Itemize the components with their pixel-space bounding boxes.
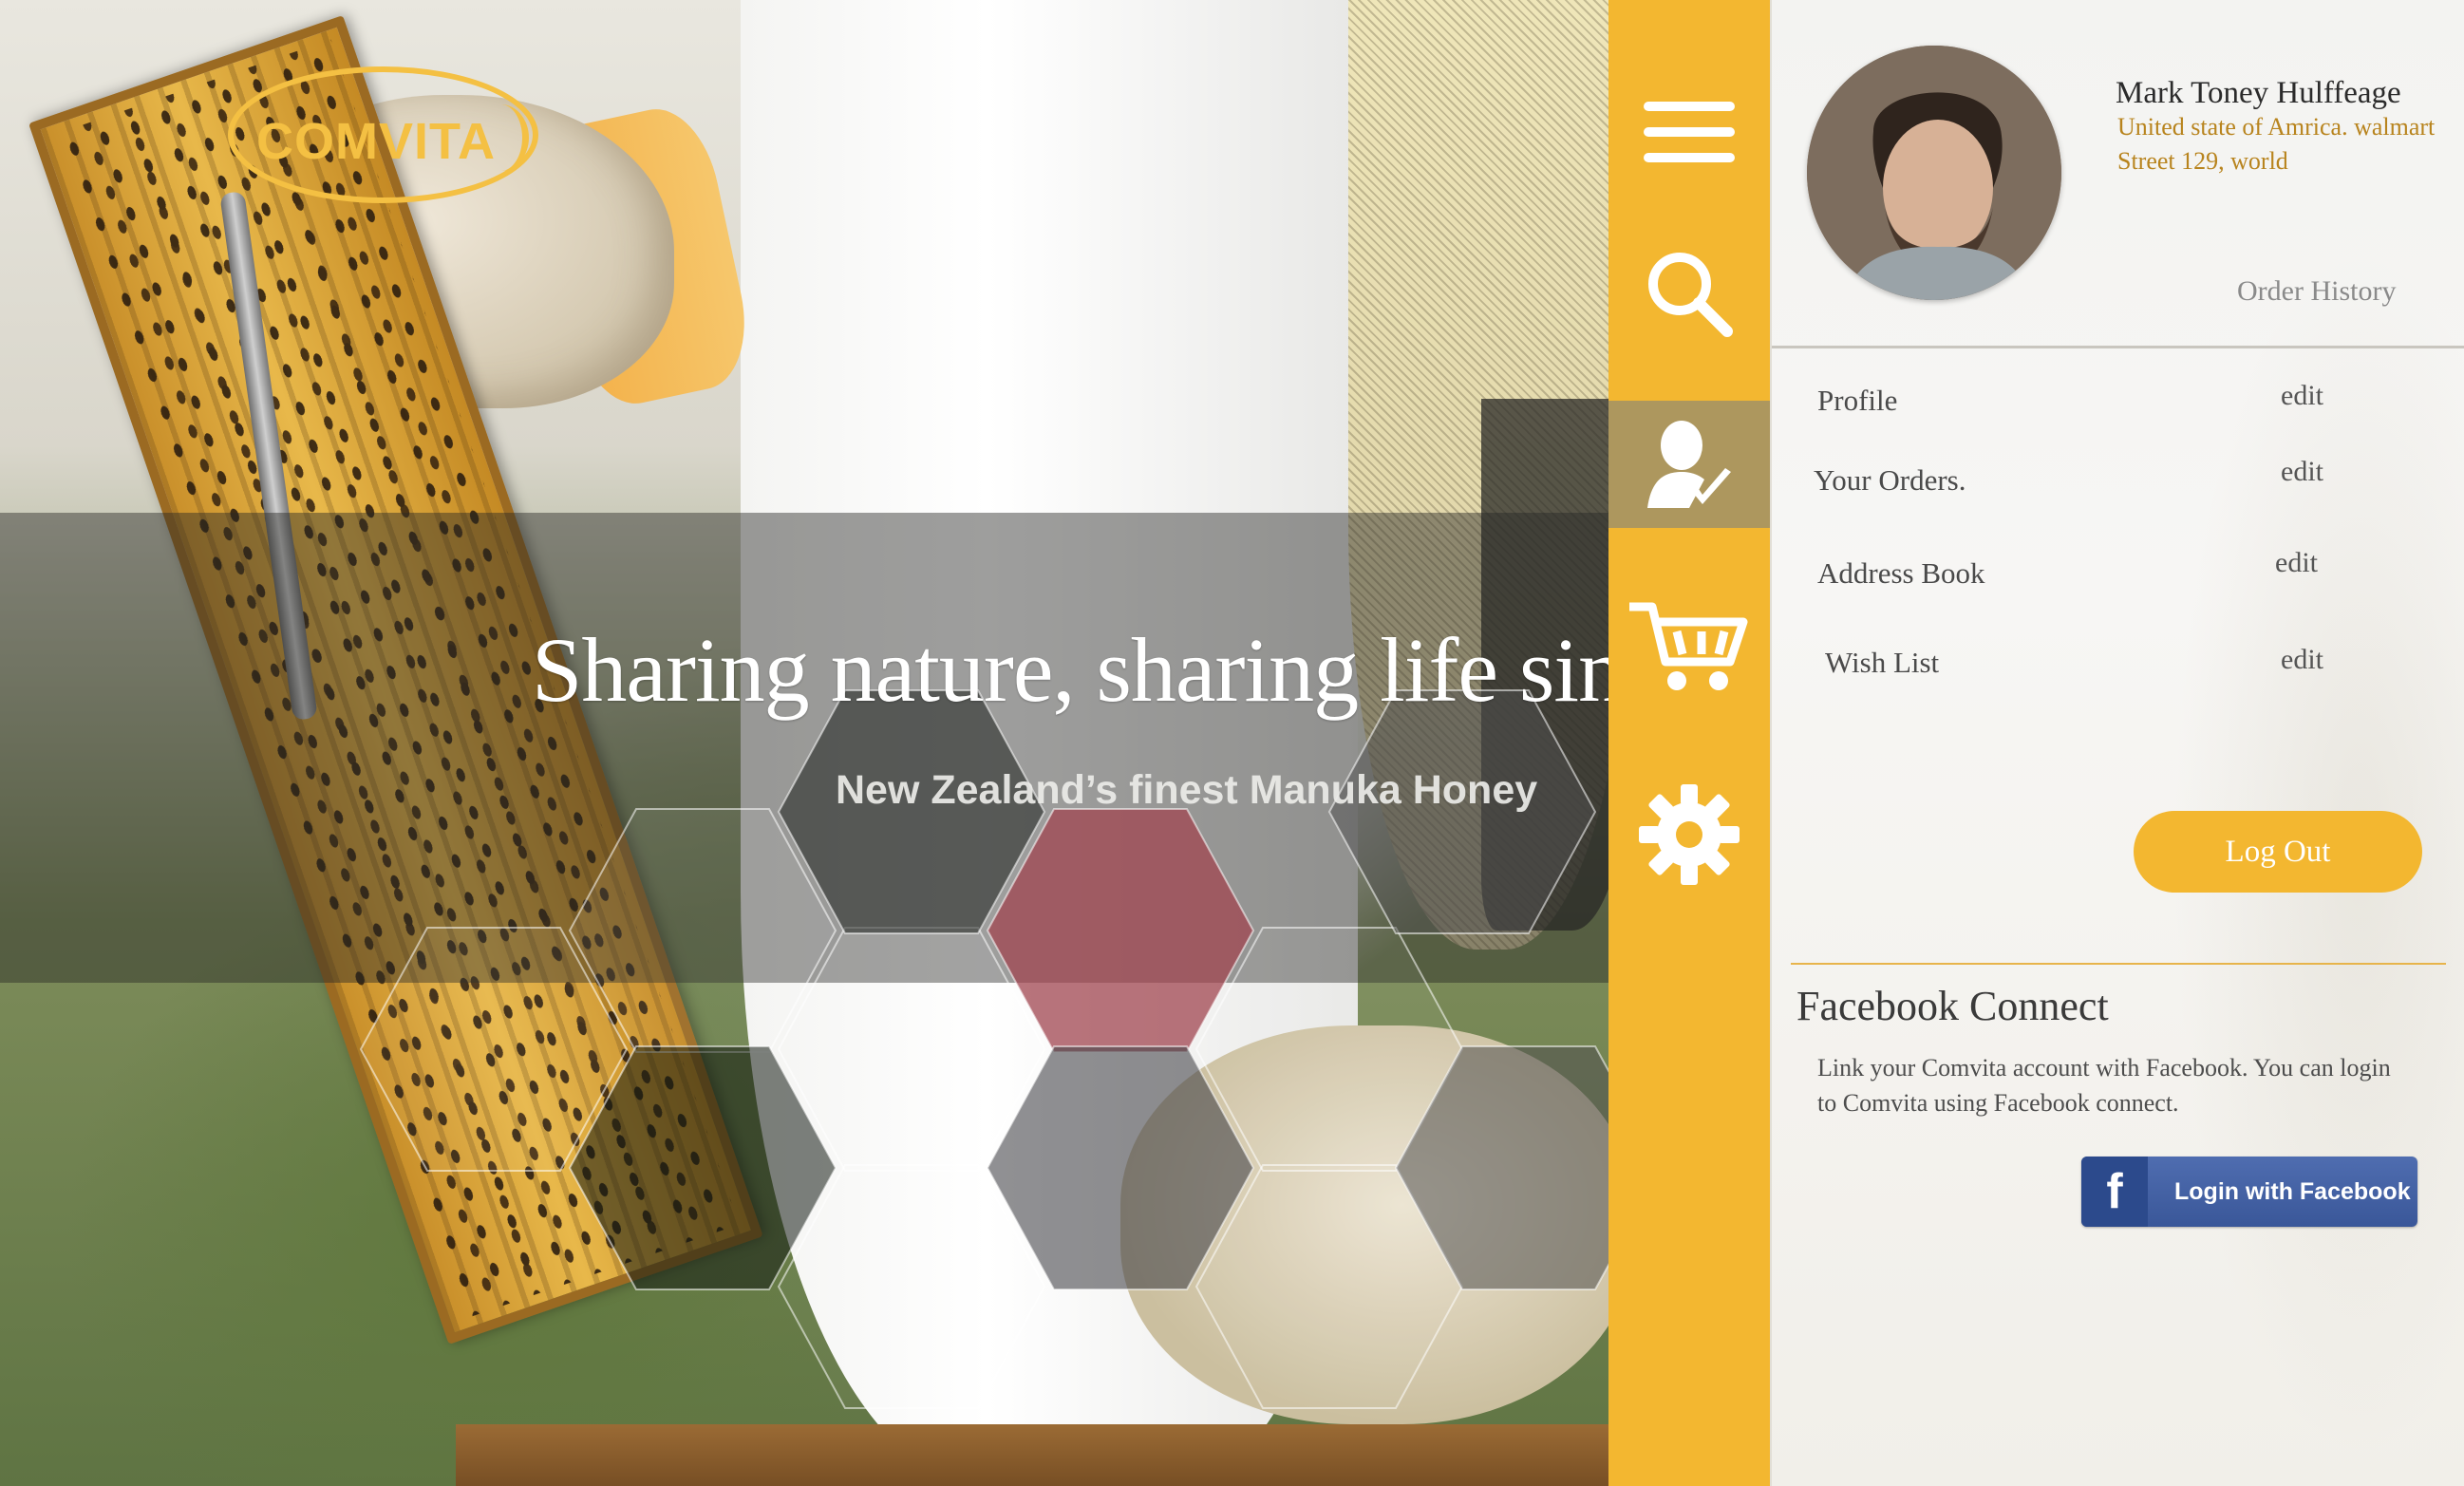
hamburger-menu-icon[interactable] — [1608, 68, 1770, 196]
search-icon[interactable] — [1608, 230, 1770, 357]
menu-label: Your Orders. — [1814, 463, 1966, 497]
menu-label: Wish List — [1825, 646, 1940, 679]
logo-text: COMVITA — [256, 113, 496, 170]
facebook-connect-description: Link your Comvita account with Facebook.… — [1817, 1054, 2391, 1117]
menu-row-wish-list: Wish List edit — [1772, 642, 2464, 699]
order-history-link[interactable]: Order History — [2237, 275, 2396, 308]
shopping-cart-icon[interactable] — [1608, 583, 1770, 710]
menu-label: Profile — [1817, 384, 1898, 417]
section-divider — [1791, 963, 2446, 965]
logout-button[interactable]: Log Out — [2134, 811, 2422, 893]
facebook-connect-title: Facebook Connect — [1796, 983, 2109, 1029]
edit-orders-link[interactable]: edit — [2281, 456, 2323, 488]
avatar — [1807, 46, 2061, 300]
icon-rail — [1608, 0, 1770, 1486]
menu-row-profile: Profile edit — [1772, 380, 2464, 437]
menu-row-orders: Your Orders. edit — [1772, 456, 2464, 513]
edit-profile-link[interactable]: edit — [2281, 380, 2323, 412]
settings-gear-icon[interactable] — [1608, 771, 1770, 898]
edit-wish-list-link[interactable]: edit — [2281, 644, 2323, 676]
menu-label: Address Book — [1817, 556, 1985, 590]
account-panel: Mark Toney Hulffeage United state of Amr… — [1770, 0, 2464, 1486]
menu-row-address-book: Address Book edit — [1772, 547, 2464, 608]
facebook-logo-icon: f — [2081, 1157, 2148, 1227]
user-address: United state of Amrica. walmart Street 1… — [2117, 110, 2459, 179]
avatar-portrait — [1807, 46, 2061, 300]
user-account-icon[interactable] — [1608, 401, 1770, 528]
hexagon-pattern — [359, 689, 1664, 1409]
user-name: Mark Toney Hulffeage — [2116, 76, 2401, 110]
hero-subline: New Zealand’s finest Manuka Honey — [836, 767, 1538, 813]
logo-swoosh — [473, 104, 529, 171]
facebook-button-label: Login with Facebook — [2174, 1177, 2411, 1205]
login-with-facebook-button[interactable]: f Login with Facebook — [2081, 1157, 2417, 1227]
address-line-2: Street 129, world — [2117, 147, 2288, 175]
address-line-1: United state of Amrica. walmart — [2117, 113, 2436, 141]
comvita-logo[interactable]: COMVITA — [228, 66, 538, 203]
panel-divider — [1772, 346, 2464, 348]
edit-address-book-link[interactable]: edit — [2275, 547, 2318, 579]
